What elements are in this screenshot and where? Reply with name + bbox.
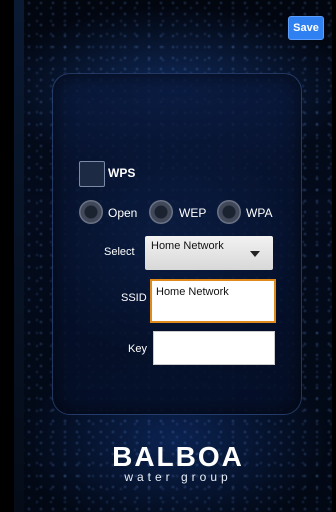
wep-radio[interactable] — [149, 200, 173, 224]
left-edge-bar — [14, 0, 24, 512]
ssid-input-value: Home Network — [156, 286, 229, 298]
open-radio[interactable] — [79, 200, 103, 224]
wpa-radio[interactable] — [217, 200, 241, 224]
wps-checkbox[interactable] — [79, 161, 105, 187]
select-label: Select — [104, 246, 135, 258]
save-button[interactable]: Save — [288, 16, 324, 40]
app-frame: Save WPS Open WEP WPA Select Home Networ… — [0, 0, 336, 512]
chevron-down-icon[interactable] — [250, 251, 260, 257]
wep-label: WEP — [179, 206, 207, 220]
wps-label: WPS — [108, 166, 136, 180]
key-input[interactable] — [153, 331, 275, 365]
balboa-logo: BALBOA water group — [93, 441, 263, 485]
brand-name: BALBOA — [112, 441, 244, 472]
brand-subtitle: water group — [124, 470, 232, 484]
key-label: Key — [128, 343, 147, 355]
network-select-value: Home Network — [151, 240, 224, 252]
wpa-label: WPA — [246, 206, 273, 220]
ssid-label: SSID — [121, 292, 147, 304]
open-label: Open — [108, 206, 138, 220]
